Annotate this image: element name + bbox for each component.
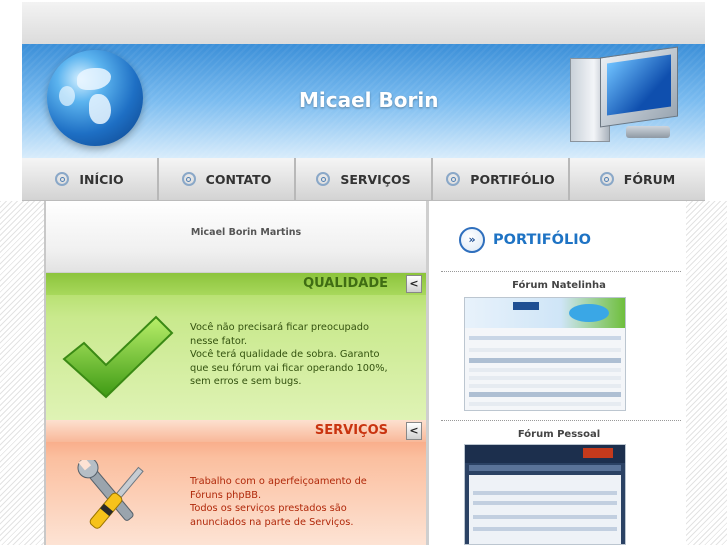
bullet-circle-icon	[599, 172, 614, 186]
site-header: Micael Borin	[22, 44, 705, 158]
servicos-section: SERVIÇOS < Trabalho com o aperfeiçoament…	[46, 420, 426, 545]
qualidade-collapse-button[interactable]: <	[406, 275, 422, 293]
qualidade-text: Você não precisará ficar preocupado ness…	[190, 322, 388, 387]
servicos-bar: SERVIÇOS <	[46, 420, 426, 442]
checkmark-icon	[62, 315, 174, 399]
tools-icon	[77, 460, 144, 529]
computer-monitor-icon	[570, 46, 682, 150]
author-name: Micael Borin Martins	[190, 227, 302, 238]
profile-header: Micael Borin Martins	[46, 201, 426, 273]
forum-screenshot-thumbnail[interactable]	[464, 444, 626, 545]
nav-label: PORTIFÓLIO	[470, 171, 555, 187]
nav-item-forum[interactable]: FÓRUM	[570, 158, 705, 200]
bullet-circle-icon	[55, 172, 70, 186]
divider	[441, 271, 681, 272]
forum-title: Fórum Natelinha	[512, 280, 606, 291]
left-background-stripe	[0, 201, 44, 545]
divider	[441, 420, 681, 421]
main-content-left: Micael Borin Martins QUALIDADE < Você nã…	[44, 201, 426, 545]
top-bar	[22, 2, 705, 44]
nav-label: SERVIÇOS	[340, 171, 411, 187]
nav-item-servicos[interactable]: SERVIÇOS	[296, 158, 433, 200]
servicos-collapse-button[interactable]: <	[406, 422, 422, 440]
nav-label: INÍCIO	[79, 171, 124, 187]
main-nav: INÍCIO CONTATO SERVIÇOS PORTIFÓLIO FÓRUM	[22, 158, 705, 201]
nav-item-contato[interactable]: CONTATO	[159, 158, 296, 200]
qualidade-title: QUALIDADE	[303, 276, 388, 291]
nav-item-inicio[interactable]: INÍCIO	[22, 158, 159, 200]
double-chevron-icon: »	[459, 227, 485, 253]
servicos-text: Trabalho com o aperfeiçoamento de Fóruns…	[190, 476, 367, 528]
bullet-circle-icon	[316, 172, 331, 186]
servicos-title: SERVIÇOS	[314, 423, 388, 438]
portfolio-heading: » PORTIFÓLIO	[459, 227, 591, 253]
qualidade-bar: QUALIDADE <	[46, 273, 426, 295]
main-content-right: » PORTIFÓLIO Fórum Natelinha Fórum Pesso…	[426, 201, 686, 545]
bullet-circle-icon	[181, 172, 196, 186]
forum-screenshot-thumbnail[interactable]	[464, 297, 626, 411]
nav-label: FÓRUM	[623, 171, 676, 187]
site-title: Micael Borin	[299, 88, 439, 112]
globe-icon	[47, 50, 143, 146]
right-background-stripe	[686, 201, 727, 545]
nav-label: CONTATO	[205, 171, 272, 187]
bullet-circle-icon	[446, 172, 461, 186]
nav-item-portifolio[interactable]: PORTIFÓLIO	[433, 158, 570, 200]
forum-title: Fórum Pessoal	[517, 429, 601, 440]
qualidade-section: QUALIDADE < Você não precisará ficar pre…	[46, 273, 426, 420]
portfolio-title: PORTIFÓLIO	[493, 232, 591, 248]
